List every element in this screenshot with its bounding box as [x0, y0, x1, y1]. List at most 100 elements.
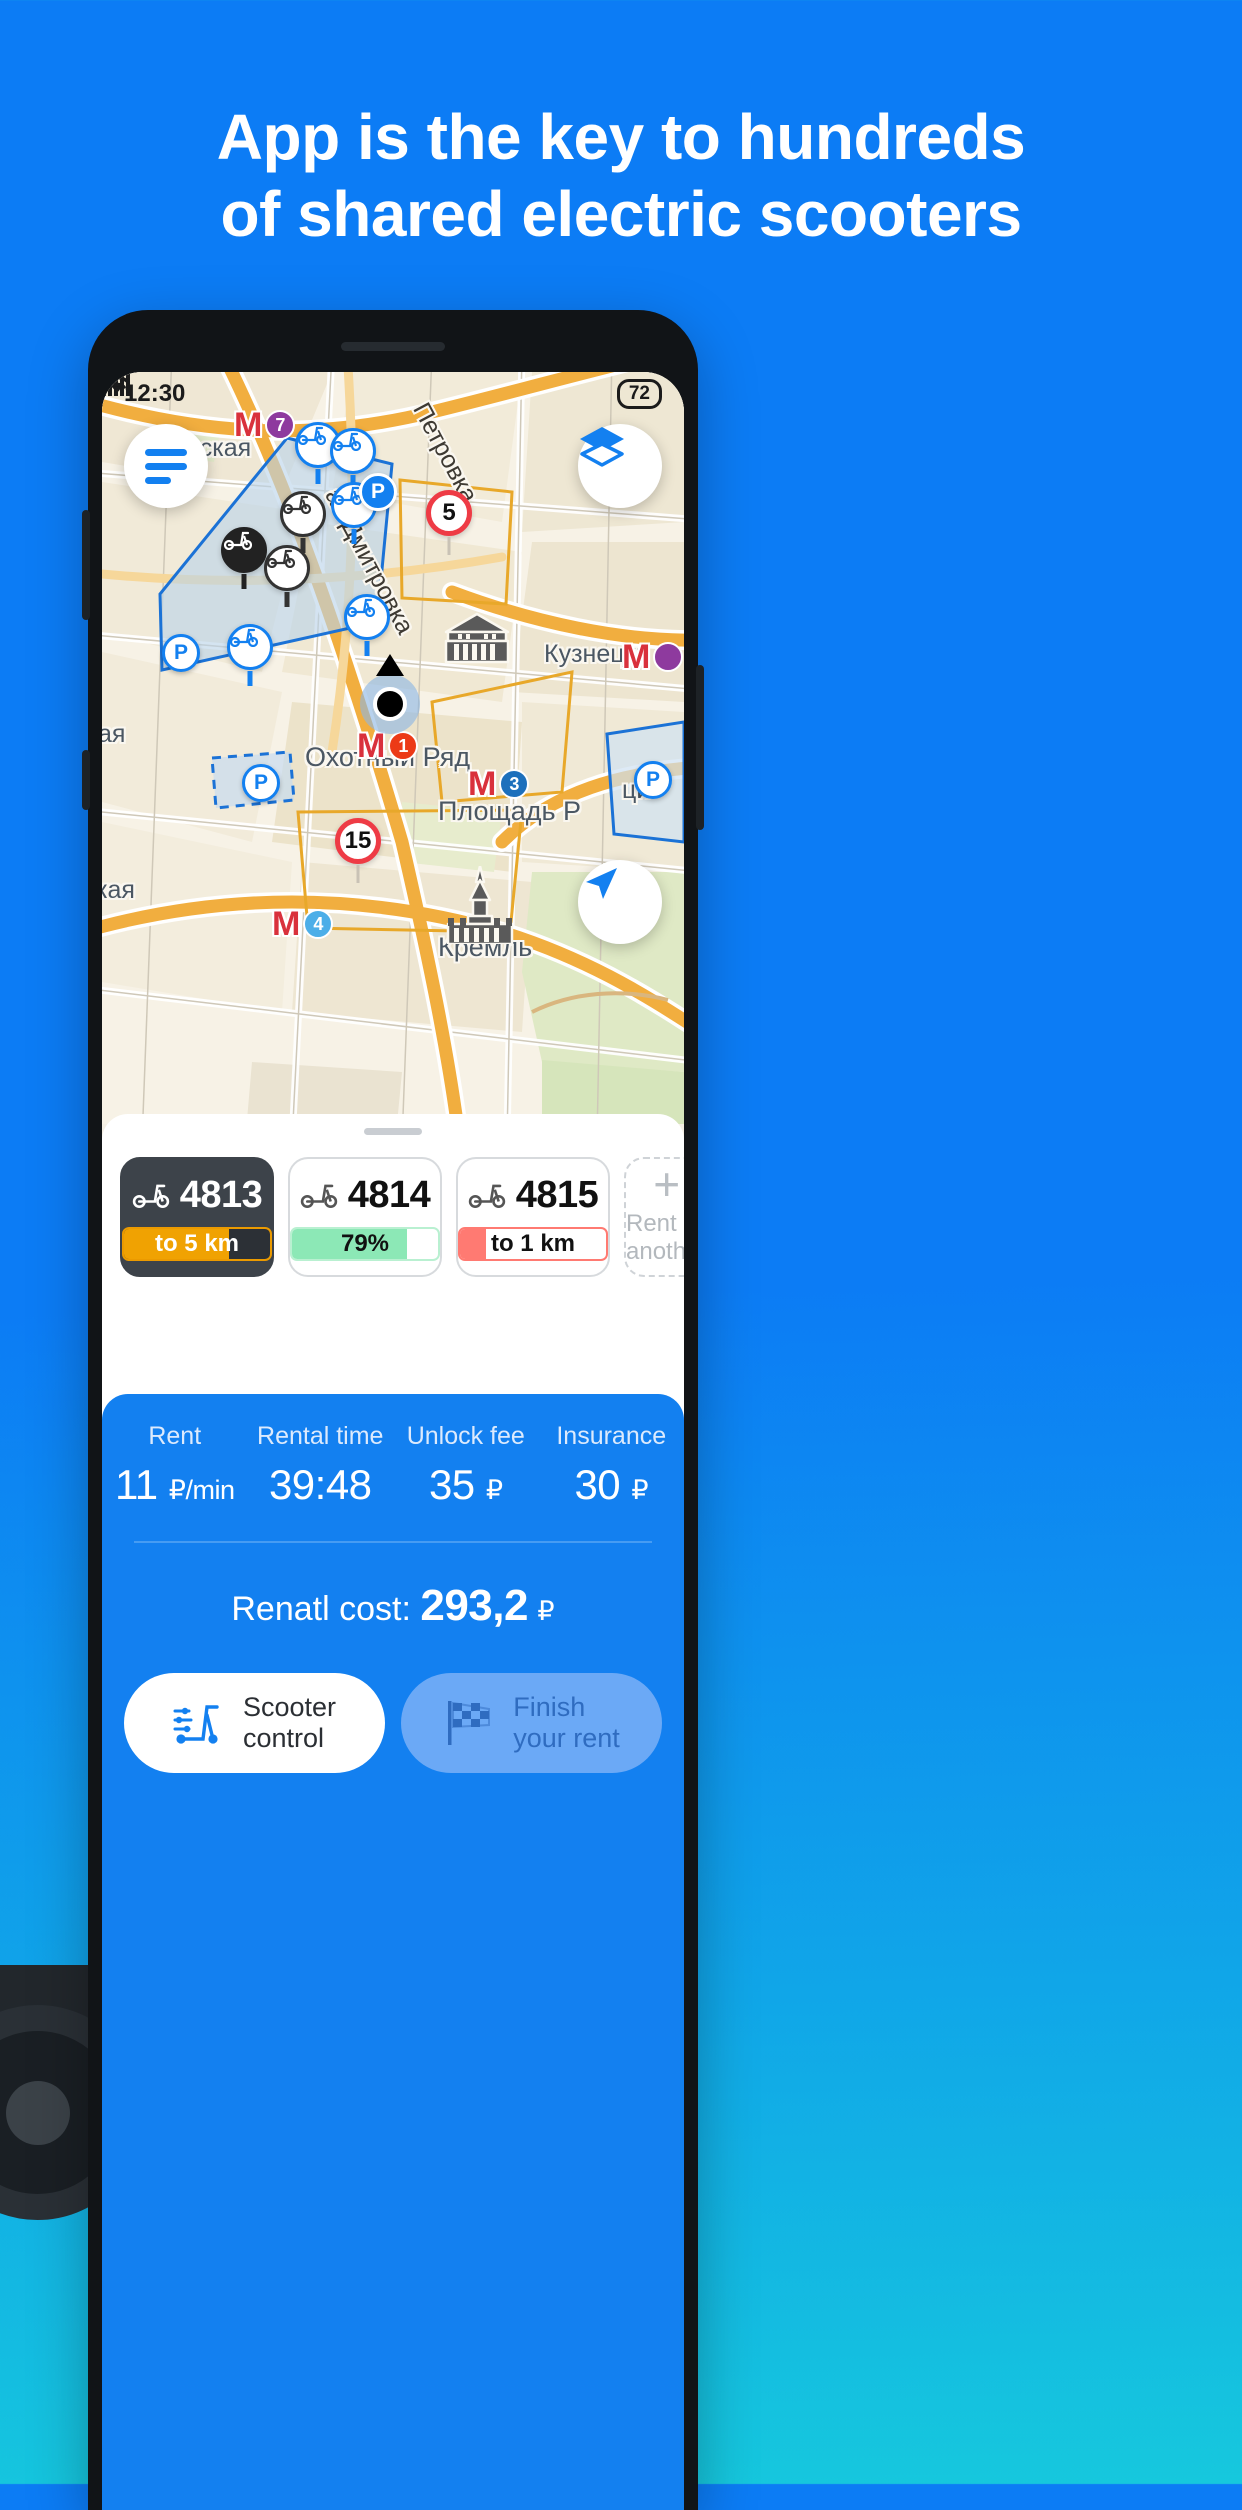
scooter-chip-4814[interactable]: 4814 79% [288, 1157, 442, 1277]
hamburger-menu-icon [145, 442, 187, 491]
metro-station-marker[interactable]: M 4 [272, 905, 334, 943]
scooter-pin-icon [330, 428, 376, 474]
metro-m-icon: M [272, 905, 301, 943]
map-label: ая [102, 720, 126, 748]
metro-station-marker[interactable]: M 1 [357, 729, 419, 763]
scooter-chip-4813[interactable]: 4813 to 5 km [120, 1157, 274, 1277]
scooter-pin-icon [227, 624, 273, 670]
scooter-pin-icon [280, 491, 326, 537]
label-line-1: Finish [513, 1691, 586, 1722]
metro-m-icon: M [468, 765, 497, 803]
total-cost-value: 293,2 [420, 1581, 528, 1630]
label-line-2: control [242, 1723, 325, 1753]
metro-m-icon: M [622, 638, 651, 676]
metro-line-badge: 1 [388, 731, 419, 761]
finish-rent-button[interactable]: Finish your rent [401, 1673, 662, 1773]
scooter-marker[interactable] [264, 545, 310, 591]
chip-status-bar: to 5 km [122, 1226, 272, 1261]
stat-value: 11 ₽/min [102, 1461, 248, 1509]
scooter-icon [132, 1184, 169, 1208]
scooter-marker[interactable] [280, 491, 326, 537]
chip-battery-label: 79% [340, 1229, 390, 1257]
total-cost: Renatl cost: 293,2 ₽ [102, 1581, 684, 1631]
metro-line-badge: 4 [303, 909, 334, 939]
scooter-icon [300, 1184, 337, 1208]
parking-marker[interactable]: P [162, 634, 200, 672]
chip-battery-bar: 79% [290, 1226, 440, 1261]
user-location-dot [360, 674, 420, 734]
total-cost-unit: ₽ [537, 1596, 555, 1626]
scooter-marker[interactable] [344, 594, 390, 640]
stat-number: 11 [115, 1461, 158, 1508]
scooter-control-button[interactable]: Scooter control [124, 1673, 385, 1773]
metro-station-marker[interactable]: M [622, 638, 684, 676]
action-buttons: Scooter control Finish your rent [102, 1631, 684, 1773]
scooter-control-label: Scooter control [243, 1692, 336, 1754]
phone-screen: 12:30 72 инская Петровка ая Дмитровка Ку… [102, 372, 684, 2510]
bottom-sheet: 4813 to 5 km 4814 79% 4815 to 1 km + Ren… [102, 1114, 684, 2510]
stat-number: 30 [574, 1461, 621, 1508]
parking-marker[interactable]: P [634, 761, 672, 799]
stat-insurance: Insurance 30 ₽ [539, 1422, 685, 1509]
rental-stats: Rent 11 ₽/min Rental time 39:48 Unlock f… [102, 1422, 684, 1509]
page-title: App is the key to hundreds of shared ele… [0, 102, 1242, 249]
scooter-pin-icon [221, 527, 267, 573]
chip-id: 4813 [179, 1173, 263, 1216]
menu-button[interactable] [124, 424, 208, 508]
map-layers-icon [580, 427, 624, 467]
phone-earpiece [341, 342, 445, 351]
stat-unlock-fee: Unlock fee 35 ₽ [393, 1422, 539, 1509]
rental-info-panel: Rent 11 ₽/min Rental time 39:48 Unlock f… [102, 1394, 684, 2510]
stat-unit: ₽ [631, 1475, 649, 1505]
panel-divider [134, 1541, 652, 1543]
phone-power-button [696, 665, 704, 830]
scooter-marker[interactable] [227, 624, 273, 670]
stat-label: Unlock fee [406, 1422, 525, 1450]
stat-value: 35 ₽ [393, 1461, 539, 1509]
metro-station-marker[interactable]: M 3 [468, 765, 530, 803]
phone-volume-down-button [82, 750, 90, 810]
metro-line-badge: 3 [499, 769, 530, 799]
chip-header: 4813 [132, 1174, 263, 1217]
stat-number: 35 [428, 1461, 475, 1508]
scooter-pin-icon [344, 594, 390, 640]
chip-status-bar: to 1 km [458, 1226, 608, 1261]
total-cost-label: Renatl cost: [231, 1590, 411, 1628]
map-layers-button[interactable] [578, 424, 662, 508]
scooter-pin-icon [264, 545, 310, 591]
map-view[interactable]: 12:30 72 инская Петровка ая Дмитровка Ку… [102, 372, 684, 1124]
scooter-chip-4815[interactable]: 4815 to 1 km [456, 1157, 610, 1277]
rent-another-button[interactable]: + Rent another [624, 1157, 684, 1277]
user-heading-arrow [376, 654, 404, 676]
parking-marker[interactable]: P [359, 473, 397, 511]
phone-volume-up-button [82, 510, 90, 620]
checkered-flag-icon [448, 1701, 491, 1745]
chip-header: 4815 [468, 1174, 599, 1217]
scooter-control-icon [173, 1705, 219, 1744]
status-indicators: 72 [102, 372, 662, 410]
sheet-drag-handle[interactable] [364, 1128, 422, 1135]
stat-label: Rent [148, 1422, 202, 1450]
speed-limit-sign: 5 [426, 490, 472, 536]
chip-header: 4814 [300, 1174, 431, 1217]
battery-indicator: 72 [616, 378, 662, 410]
stat-number: 39:48 [268, 1461, 372, 1508]
map-label: кая [102, 876, 135, 904]
metro-line-badge [653, 642, 684, 672]
chip-id: 4815 [515, 1173, 599, 1216]
status-time: 12:30 [124, 380, 186, 407]
chip-status-label: to 5 km [154, 1229, 240, 1257]
label-line-2: your rent [513, 1723, 620, 1753]
parking-marker[interactable]: P [242, 764, 280, 802]
status-bar: 12:30 72 [102, 372, 684, 416]
scooter-marker[interactable] [330, 428, 376, 474]
locate-me-button[interactable] [578, 860, 662, 944]
chip-status-label: to 1 km [490, 1229, 576, 1257]
navigation-arrow-icon [586, 868, 617, 899]
scooter-marker-selected[interactable] [221, 527, 267, 573]
rent-another-label: Rent another [626, 1210, 684, 1266]
stat-unit: ₽/min [168, 1475, 235, 1505]
label-line-1: Scooter [242, 1691, 337, 1722]
wifi-icon [104, 375, 130, 393]
stat-unit: ₽ [485, 1475, 503, 1505]
